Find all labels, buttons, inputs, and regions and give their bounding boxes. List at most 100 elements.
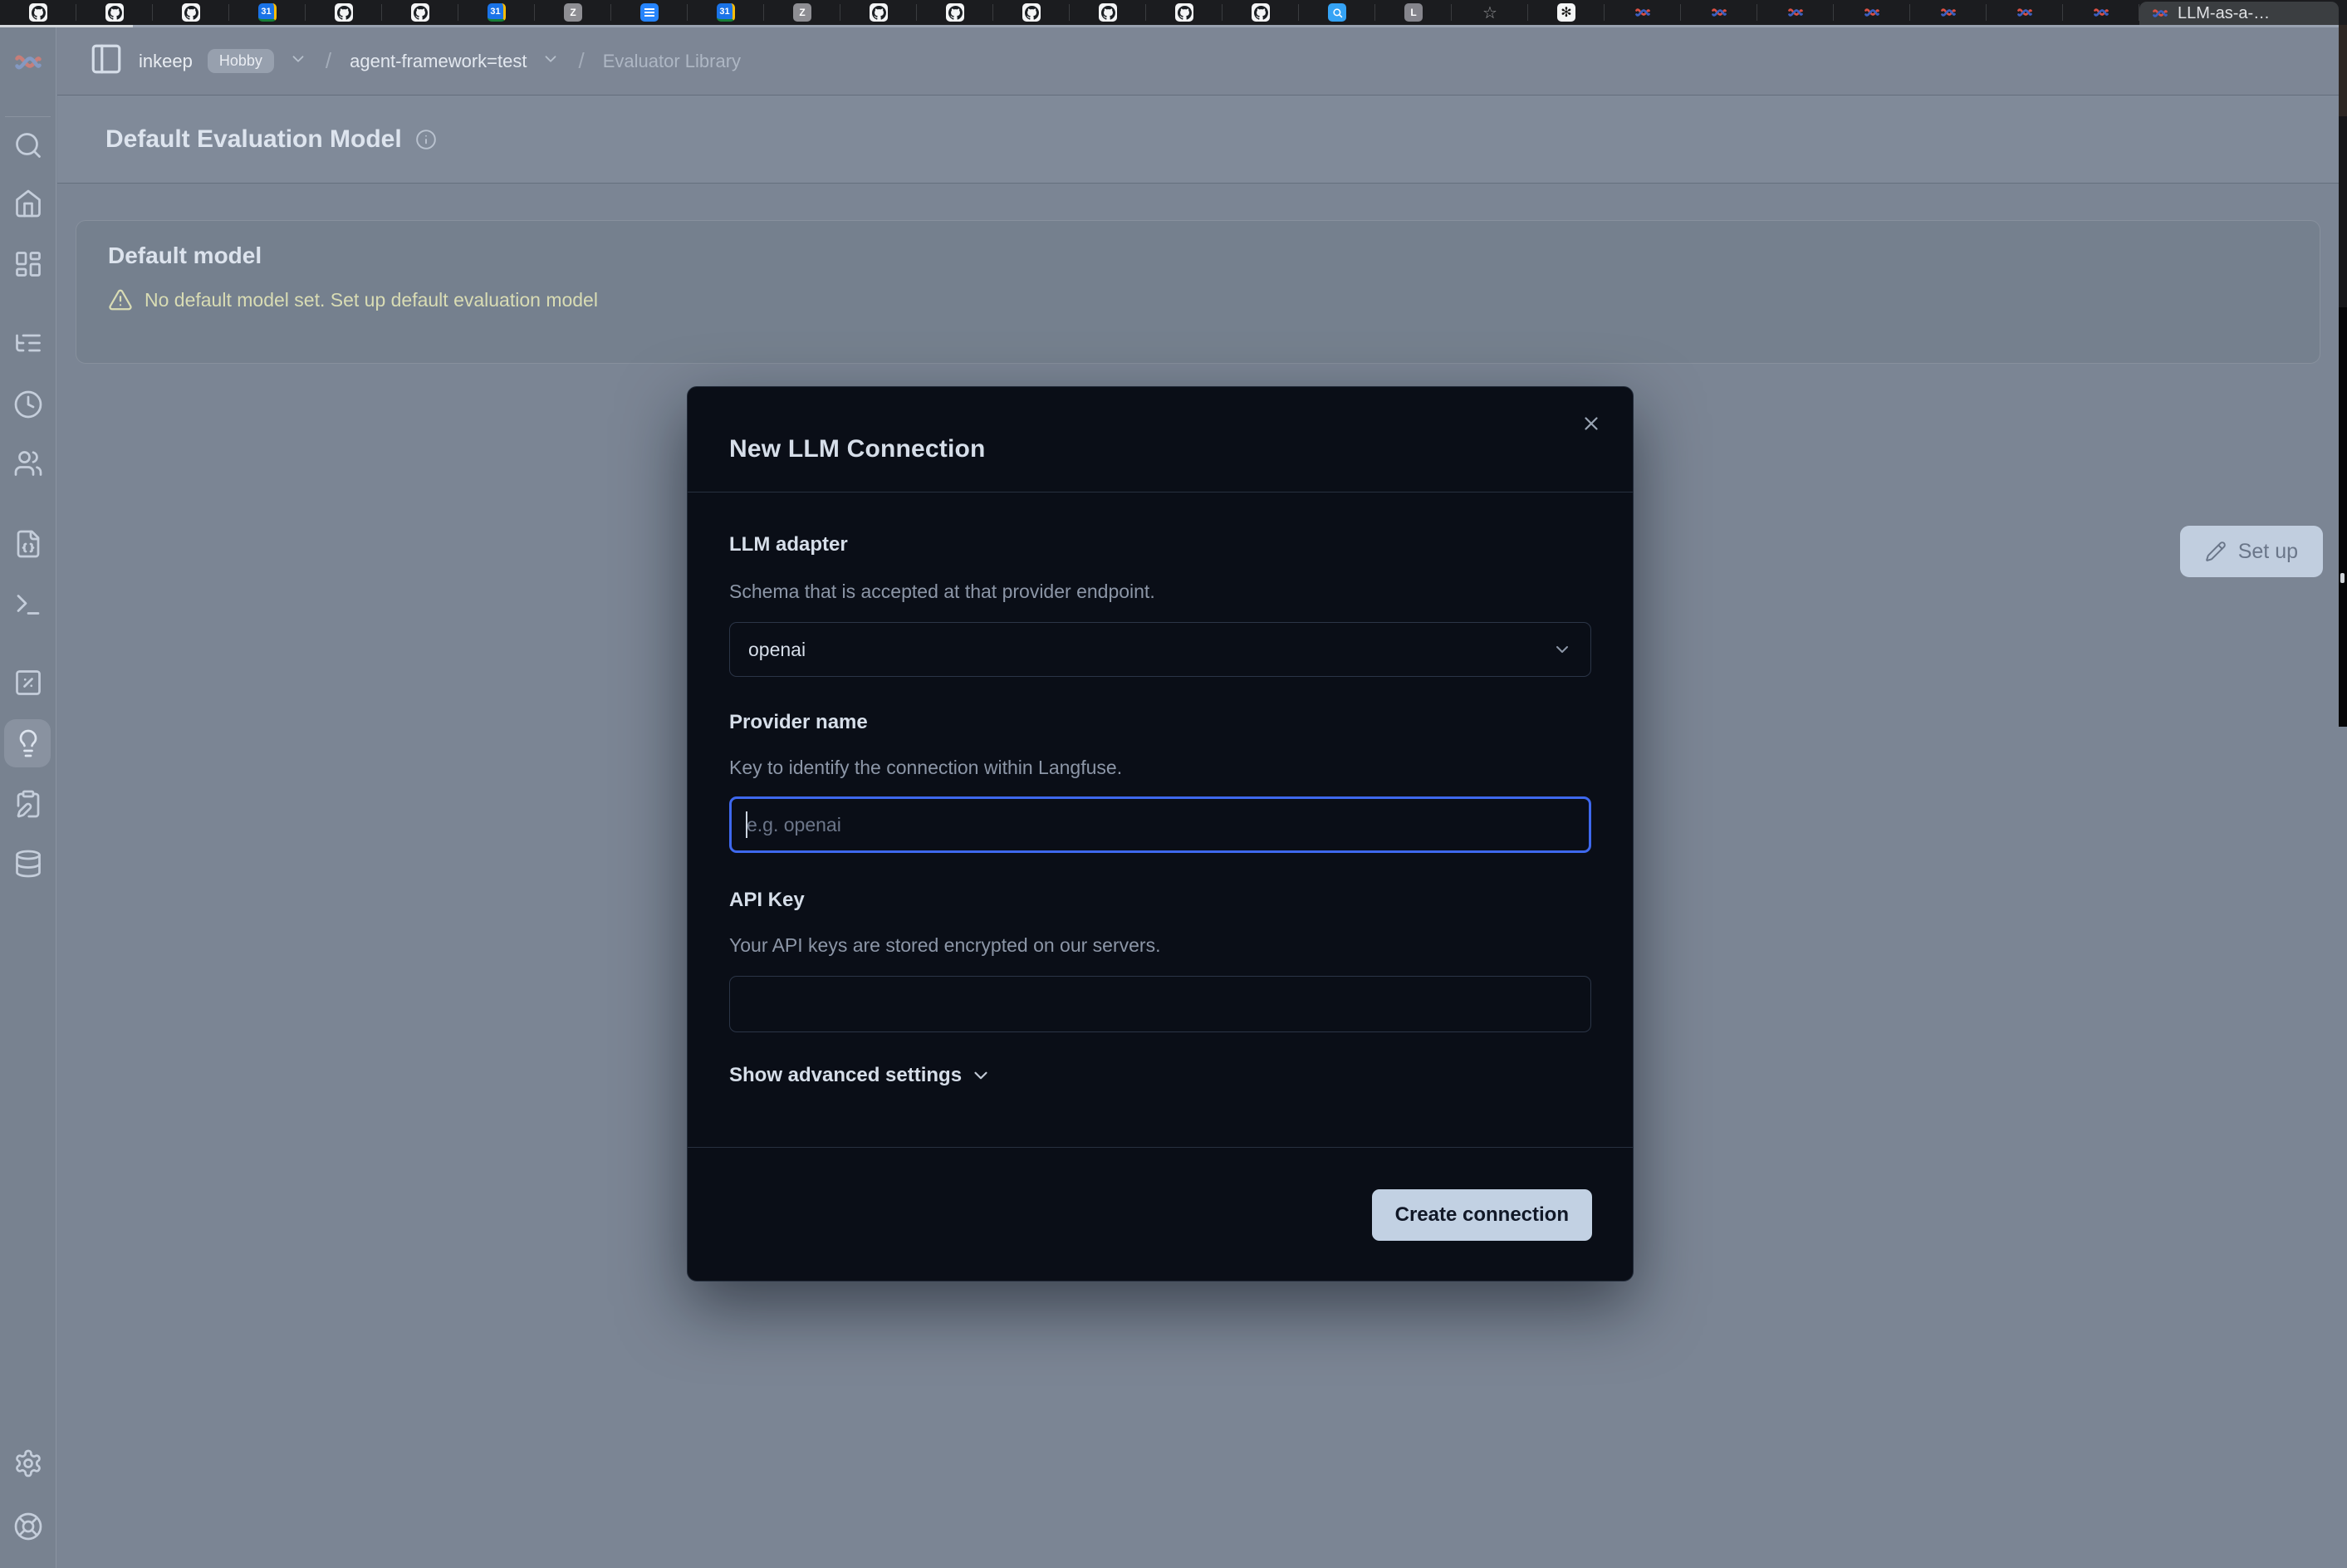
browser-tabs: 31 31 Z 31 Z L ☆✻ (0, 0, 2139, 25)
breadcrumb-page: Evaluator Library (603, 51, 741, 72)
adapter-selected-value: openai (748, 639, 806, 661)
github-favicon-icon (411, 3, 429, 22)
sidebar-item-users[interactable] (12, 447, 45, 480)
pencil-icon (2205, 541, 2227, 562)
browser-tab-z[interactable]: Z (764, 0, 840, 25)
browser-tab-langfuse[interactable] (1910, 0, 1987, 25)
api-key-description: Your API keys are stored encrypted on ou… (729, 934, 1591, 956)
breadcrumb-org[interactable]: inkeep (139, 51, 193, 72)
sidebar-item-tracing[interactable] (12, 326, 45, 360)
new-llm-connection-dialog: New LLM Connection LLM adapter Schema th… (687, 386, 1634, 1281)
sidebar-item-home[interactable] (12, 187, 45, 220)
langfuse-favicon-icon (1634, 3, 1652, 22)
card-heading: Default model (108, 243, 2320, 269)
advanced-toggle-label: Show advanced settings (729, 1064, 962, 1087)
z-favicon-icon: Z (564, 3, 582, 22)
docs-favicon-icon (640, 3, 659, 22)
bluechat-favicon-icon (1328, 3, 1346, 22)
browser-tab-github[interactable] (1222, 0, 1299, 25)
info-icon[interactable] (415, 129, 437, 150)
settings-gear-icon[interactable] (12, 1447, 45, 1480)
browser-tab-github[interactable] (840, 0, 917, 25)
browser-tab-bar: 31 31 Z 31 Z L ☆✻ LLM-as-a-… (0, 0, 2347, 25)
browser-tab-gcal[interactable]: 31 (458, 0, 535, 25)
browser-tab-github[interactable] (1146, 0, 1222, 25)
langfuse-favicon-icon (1863, 3, 1881, 22)
browser-tab-github[interactable] (306, 0, 382, 25)
sidebar-item-datasets[interactable] (12, 847, 45, 880)
default-model-card: Default model No default model set. Set … (76, 220, 2320, 364)
sidebar-item-sessions[interactable] (12, 388, 45, 421)
browser-tab-github[interactable] (153, 0, 229, 25)
provider-name-input-wrap (729, 778, 1591, 853)
browser-tab-langfuse[interactable] (1605, 0, 1681, 25)
sidebar-item-dashboards[interactable] (12, 247, 45, 281)
browser-tab-bluechat[interactable] (1299, 0, 1375, 25)
sidebar-toggle-icon[interactable] (89, 42, 124, 81)
gcal-favicon-icon: 31 (258, 3, 277, 22)
sidebar-item-playground[interactable] (12, 588, 45, 621)
browser-tab-openai[interactable]: ✻ (1528, 0, 1605, 25)
browser-tab-docs[interactable] (611, 0, 688, 25)
text-cursor (746, 811, 747, 838)
warning-row: No default model set. Set up default eva… (108, 287, 2320, 312)
create-connection-button[interactable]: Create connection (1372, 1189, 1592, 1241)
provider-name-label: Provider name (729, 712, 1591, 733)
github-favicon-icon (870, 3, 888, 22)
sidebar-item-prompts[interactable] (12, 527, 45, 561)
browser-tab-github[interactable] (993, 0, 1070, 25)
dialog-footer: Create connection (688, 1147, 1633, 1281)
linear-favicon-icon: L (1404, 3, 1423, 22)
warning-triangle-icon (108, 287, 133, 312)
dialog-title: New LLM Connection (729, 435, 986, 463)
browser-tab-github[interactable] (0, 0, 76, 25)
set-up-button[interactable]: Set up (2180, 526, 2323, 577)
browser-tab-star[interactable]: ☆ (1452, 0, 1528, 25)
breadcrumb-separator: / (322, 48, 335, 74)
active-tab-title: LLM-as-a-… (2178, 4, 2270, 23)
gcal-favicon-icon: 31 (488, 3, 506, 22)
browser-tab-gcal[interactable]: 31 (688, 0, 764, 25)
dialog-body: LLM adapter Schema that is accepted at t… (688, 534, 1633, 1087)
browser-tab-langfuse[interactable] (2063, 0, 2139, 25)
adapter-label: LLM adapter (729, 534, 1591, 556)
show-advanced-settings-toggle[interactable]: Show advanced settings (729, 1064, 1591, 1087)
browser-tab-gcal[interactable]: 31 (229, 0, 306, 25)
browser-tab-github[interactable] (917, 0, 993, 25)
sidebar-item-evaluator-library[interactable] (12, 727, 45, 760)
browser-tab-langfuse[interactable] (1834, 0, 1910, 25)
api-key-input[interactable] (729, 976, 1591, 1032)
github-favicon-icon (335, 3, 353, 22)
support-lifebuoy-icon[interactable] (12, 1510, 45, 1543)
browser-tab-z[interactable]: Z (535, 0, 611, 25)
adapter-select[interactable]: openai (729, 622, 1591, 677)
chevron-down-icon[interactable] (541, 50, 560, 72)
github-favicon-icon (1252, 3, 1270, 22)
breadcrumb: inkeep Hobby / agent-framework=test / Ev… (57, 27, 2339, 96)
github-favicon-icon (946, 3, 964, 22)
page-title: Default Evaluation Model (105, 125, 402, 154)
browser-tab-langfuse[interactable] (1681, 0, 1757, 25)
github-favicon-icon (105, 3, 124, 22)
browser-tab-github[interactable] (382, 0, 458, 25)
sidebar-item-evals[interactable] (12, 666, 45, 699)
sidebar-item-annotation[interactable] (12, 787, 45, 821)
langfuse-logo-icon[interactable] (12, 46, 45, 79)
browser-tab-langfuse[interactable] (1757, 0, 1834, 25)
browser-tab-linear[interactable]: L (1375, 0, 1452, 25)
browser-tab-langfuse[interactable] (1987, 0, 2063, 25)
chevron-down-icon[interactable] (289, 50, 307, 72)
chevron-down-icon (1552, 639, 1572, 659)
browser-tab-github[interactable] (1070, 0, 1146, 25)
browser-tab-active[interactable]: LLM-as-a-… (2139, 2, 2339, 25)
warning-text: No default model set. Set up default eva… (145, 289, 598, 311)
close-icon[interactable] (1576, 409, 1606, 439)
provider-name-input[interactable] (729, 796, 1591, 853)
browser-tab-github[interactable] (76, 0, 153, 25)
adapter-description: Schema that is accepted at that provider… (729, 581, 1591, 602)
search-icon[interactable] (12, 129, 45, 162)
sidebar (0, 27, 56, 1568)
breadcrumb-project[interactable]: agent-framework=test (350, 51, 527, 72)
z-favicon-icon: Z (793, 3, 811, 22)
github-favicon-icon (29, 3, 47, 22)
